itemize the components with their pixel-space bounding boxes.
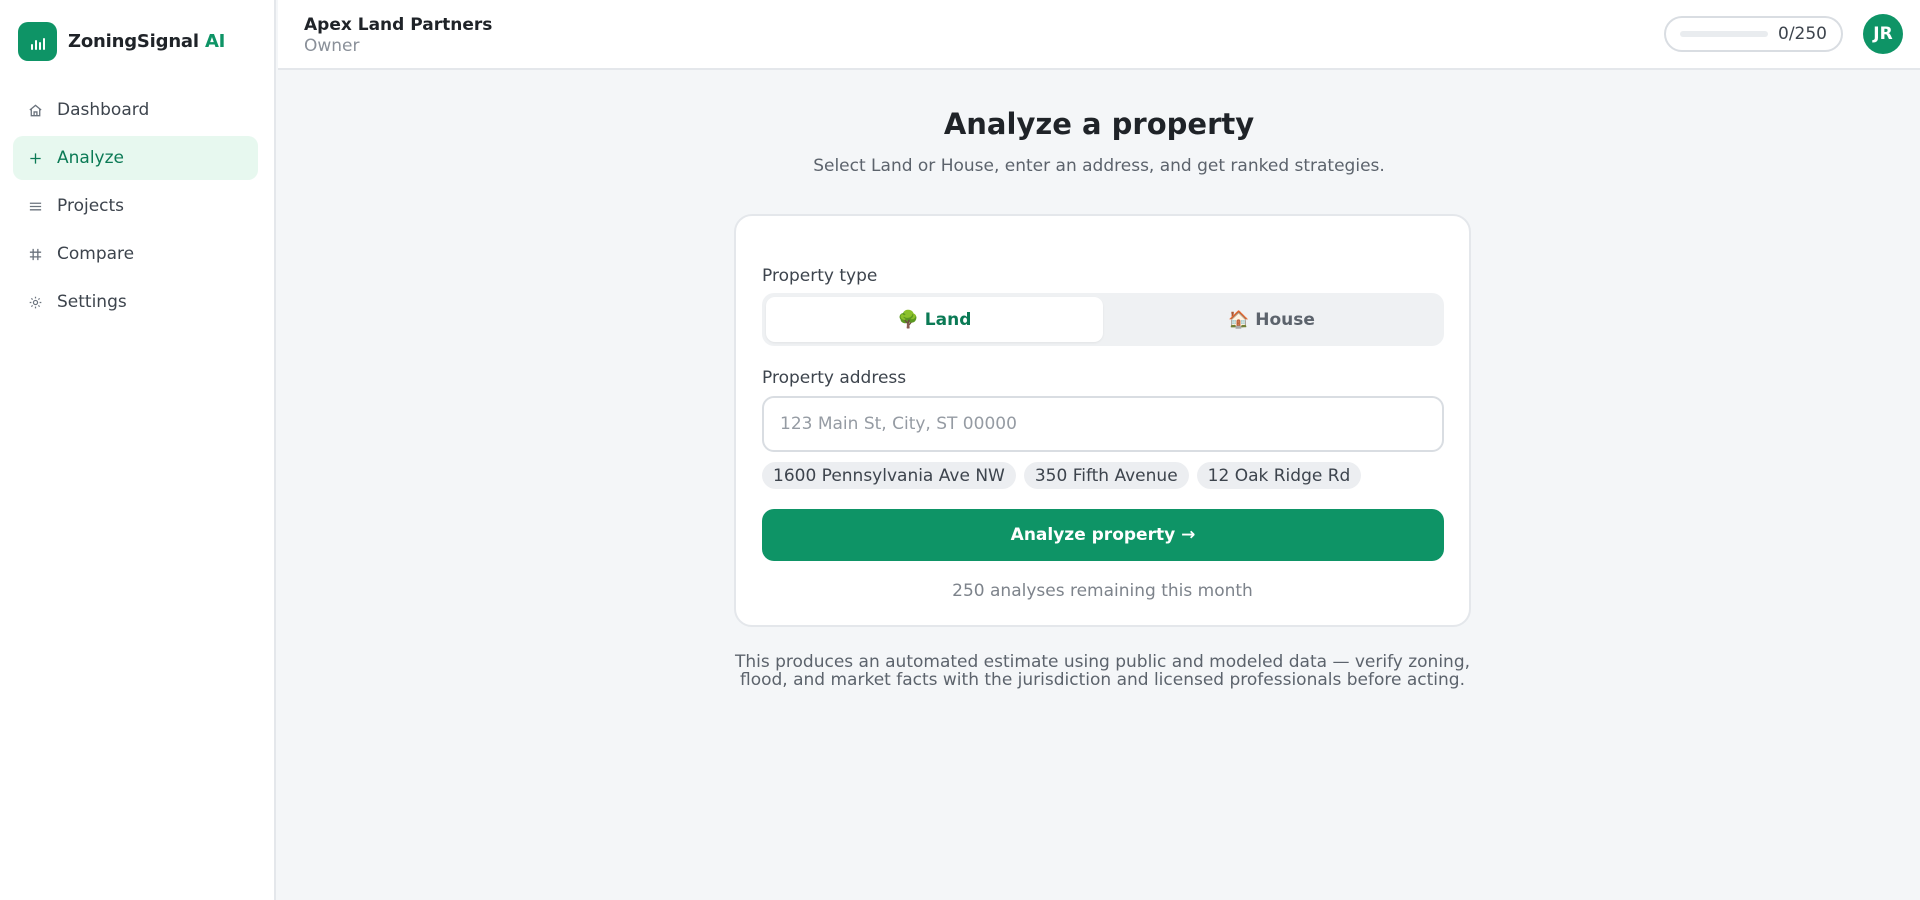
remaining-analyses-text: 250 analyses remaining this month [952,581,1253,601]
page-subtitle: Select Land or House, enter an address, … [813,156,1385,176]
org-name[interactable]: Apex Land Partners [304,15,492,35]
list-icon [28,199,43,214]
address-suggestions: 1600 Pennsylvania Ave NW 350 Fifth Avenu… [762,462,1362,489]
org-role: Owner [304,36,360,56]
sidebar-nav: Dashboard Analyze Projects Compare Setti… [13,88,258,328]
disclaimer-text: This produces an automated estimate usin… [734,652,1471,690]
sidebar-item-label: Compare [57,244,135,264]
sidebar-item-label: Dashboard [57,100,150,120]
usage-meter[interactable]: 0/250 [1664,16,1843,52]
sidebar-item-label: Projects [57,196,125,216]
sidebar: ZoningSignal AI Dashboard Analyze Projec… [0,0,276,900]
bar-chart-icon [18,22,57,61]
property-type-toggle: 🌳 Land 🏠 House [762,293,1444,346]
topbar: Apex Land Partners Owner 0/250 JR [278,0,1920,70]
plus-icon [28,151,43,166]
sidebar-item-label: Analyze [57,148,124,168]
sidebar-item-settings[interactable]: Settings [13,280,258,324]
property-address-label: Property address [762,368,907,388]
address-suggestion-chip[interactable]: 1600 Pennsylvania Ave NW [762,462,1016,489]
option-label: Land [924,309,972,330]
usage-progress-track [1680,31,1768,37]
option-label: House [1255,309,1315,330]
brand-ai-suffix: AI [204,31,226,52]
page-title: Analyze a property [943,107,1255,141]
brand[interactable]: ZoningSignal AI [18,22,225,61]
sidebar-item-label: Settings [57,292,127,312]
gear-icon [28,295,43,310]
address-suggestion-chip[interactable]: 350 Fifth Avenue [1023,462,1189,489]
sidebar-item-dashboard[interactable]: Dashboard [13,88,258,132]
home-icon [28,103,43,118]
sidebar-item-projects[interactable]: Projects [13,184,258,228]
grid-icon [28,247,43,262]
analyze-property-button[interactable]: Analyze property → [762,509,1444,561]
analyze-form-card: Property type 🌳 Land 🏠 House Property ad… [734,214,1471,627]
brand-name-text: ZoningSignal [68,31,199,52]
address-suggestion-chip[interactable]: 12 Oak Ridge Rd [1196,462,1362,489]
usage-count: 0/250 [1778,24,1827,44]
property-address-input[interactable] [762,396,1444,452]
sidebar-item-analyze[interactable]: Analyze [13,136,258,180]
sidebar-item-compare[interactable]: Compare [13,232,258,276]
property-type-label: Property type [762,266,878,286]
tree-icon: 🌳 [897,309,919,330]
avatar[interactable]: JR [1863,14,1903,54]
brand-name: ZoningSignal AI [68,31,225,52]
house-icon: 🏠 [1228,309,1250,330]
property-type-land-option[interactable]: 🌳 Land [766,297,1103,342]
property-type-house-option[interactable]: 🏠 House [1103,297,1440,342]
